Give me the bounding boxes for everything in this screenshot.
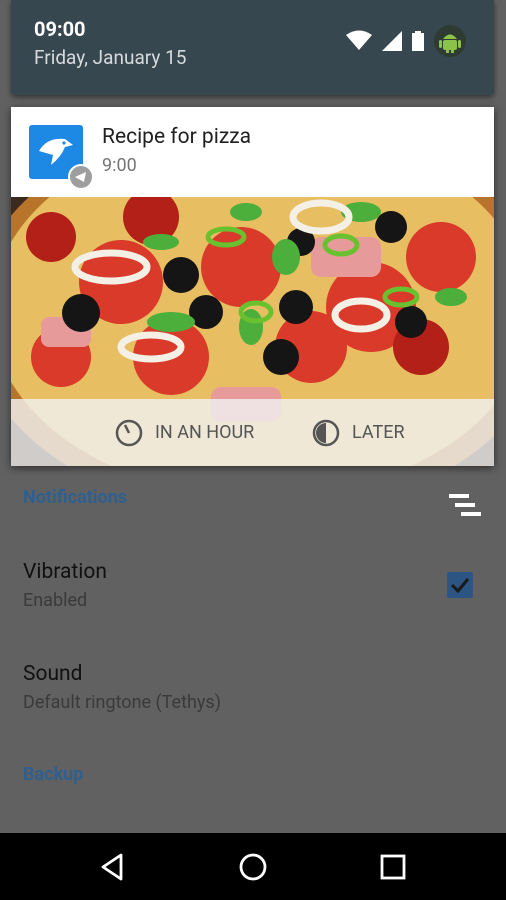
notification-card[interactable]: Recipe for pizza 9:00 IN AN HOUR LATER <box>11 107 494 466</box>
signal-icon <box>382 31 402 51</box>
sound-summary: Default ringtone (Tethys) <box>23 692 221 713</box>
later-button[interactable]: LATER <box>312 399 405 466</box>
navigation-bar <box>0 833 506 900</box>
backup-section-header: Backup <box>23 764 84 785</box>
clock-time: 09:00 <box>34 17 86 41</box>
battery-icon <box>412 31 424 51</box>
clock-date[interactable]: Friday, January 15 <box>34 46 186 69</box>
in-an-hour-button[interactable]: IN AN HOUR <box>115 399 254 466</box>
android-avatar-icon[interactable] <box>434 25 466 57</box>
vibration-checkbox[interactable] <box>447 572 473 598</box>
sort-icon[interactable] <box>447 492 483 518</box>
notification-actions: IN AN HOUR LATER <box>11 399 494 466</box>
home-icon[interactable] <box>237 851 269 883</box>
check-icon <box>450 578 470 594</box>
status-icons <box>346 25 466 57</box>
notifications-section-header: Notifications <box>23 487 128 508</box>
quick-settings-panel: 09:00 Friday, January 15 <box>11 0 494 95</box>
badge-icon <box>68 164 94 190</box>
later-label: LATER <box>352 422 405 443</box>
sound-title[interactable]: Sound <box>23 662 82 686</box>
vibration-summary: Enabled <box>23 590 88 611</box>
clock-icon <box>115 419 143 446</box>
back-icon[interactable] <box>97 851 129 883</box>
vibration-title[interactable]: Vibration <box>23 560 107 584</box>
half-moon-clock-icon <box>312 419 340 446</box>
recents-icon[interactable] <box>377 851 409 883</box>
in-an-hour-label: IN AN HOUR <box>155 422 255 443</box>
wifi-icon <box>346 30 372 50</box>
notification-title: Recipe for pizza <box>102 125 252 149</box>
notification-time: 9:00 <box>102 155 137 176</box>
